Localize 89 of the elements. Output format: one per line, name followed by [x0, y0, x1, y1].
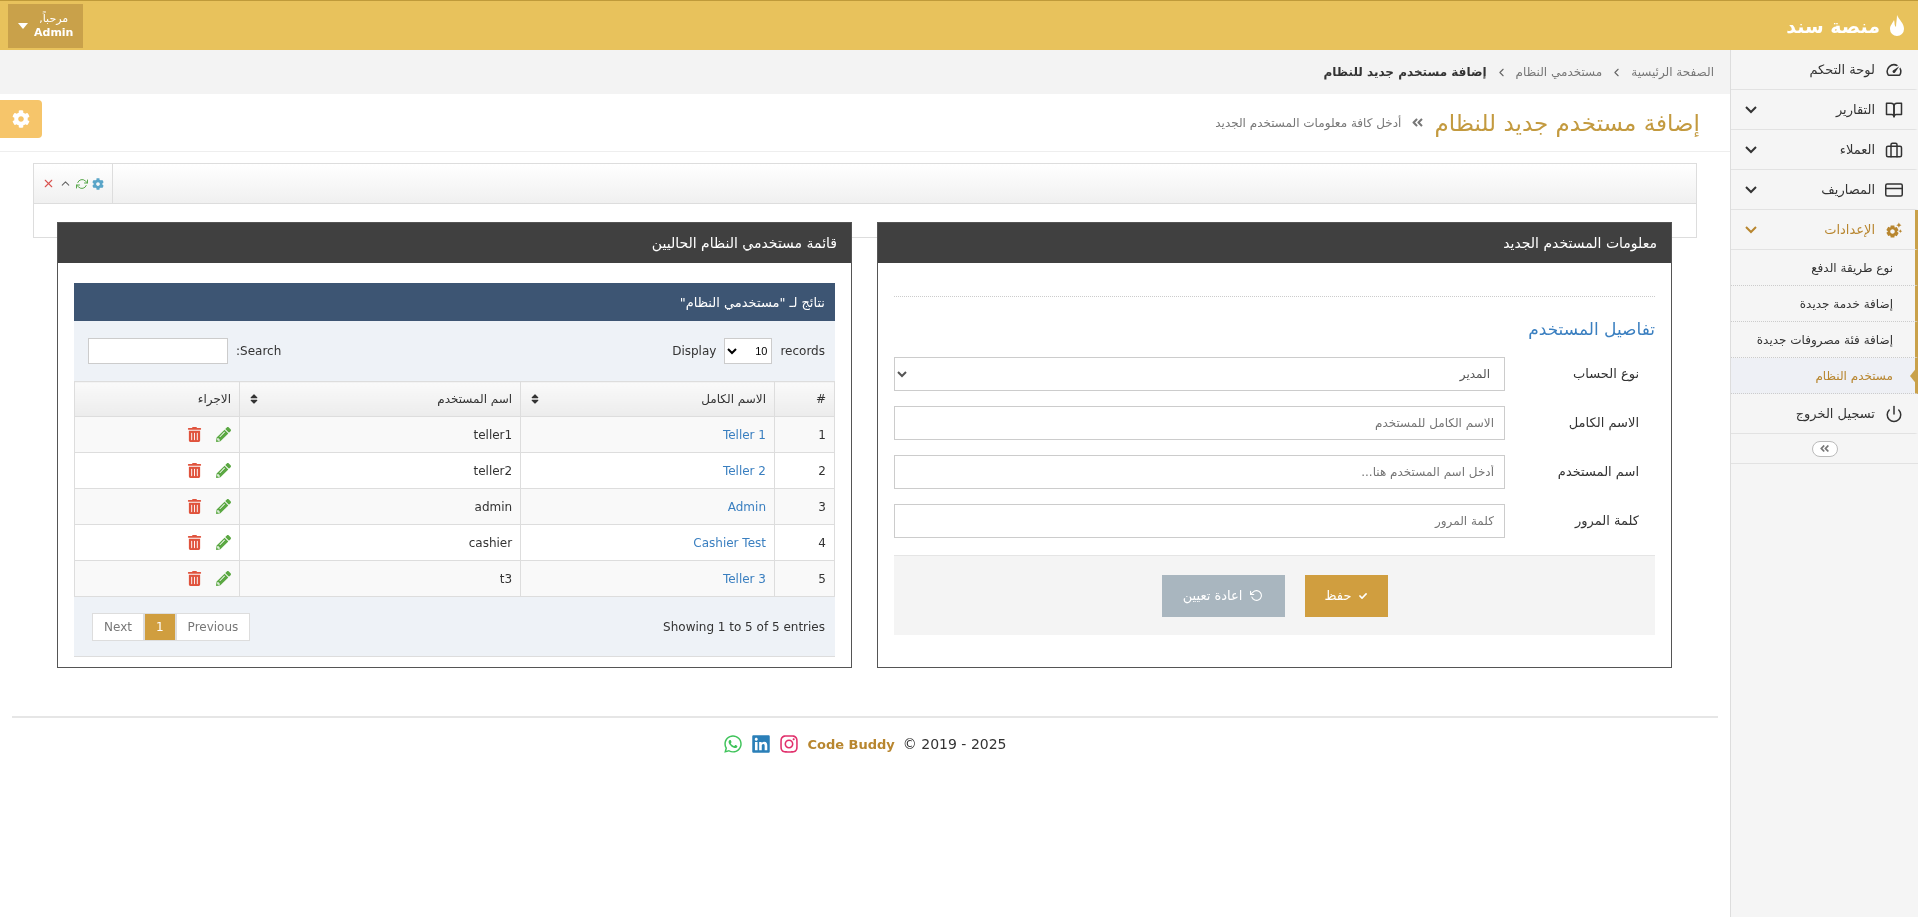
delete-icon[interactable]: [187, 499, 203, 514]
delete-icon[interactable]: [187, 571, 203, 586]
copyright-text: © 2019 - 2025: [902, 736, 1007, 752]
table-cell: 3: [774, 488, 835, 525]
flame-logo-icon: [1888, 13, 1906, 38]
save-button[interactable]: حفظ: [1304, 574, 1388, 617]
records-label: records: [780, 344, 825, 358]
user-link[interactable]: Teller 3: [722, 571, 766, 586]
user-link[interactable]: Cashier Test: [693, 535, 766, 550]
double-chevron-icon: [1819, 443, 1830, 454]
panel-header: معلومات المستخدم الجديد: [878, 223, 1671, 263]
breadcrumb-link[interactable]: الصفحة الرئيسية: [1631, 65, 1714, 79]
table-cell: 1: [774, 416, 835, 453]
field-label: كلمة المرور: [1573, 513, 1640, 528]
edit-icon[interactable]: [216, 427, 232, 442]
edit-icon[interactable]: [216, 499, 232, 514]
pagination-button[interactable]: Next: [92, 612, 144, 641]
column-header[interactable]: الاسم الكامل: [520, 381, 775, 417]
sidebar-item[interactable]: التقارير: [1731, 90, 1918, 130]
briefcase-icon: [1885, 140, 1903, 159]
field-label: اسم المستخدم: [1556, 464, 1640, 479]
table-info: Showing 1 to 5 of 5 entries: [663, 619, 825, 634]
user-link[interactable]: Admin: [727, 499, 766, 514]
undo-icon: [1250, 589, 1264, 602]
edit-icon[interactable]: [216, 463, 232, 478]
edit-icon[interactable]: [216, 571, 232, 586]
sidebar-item[interactable]: الإعدادات: [1731, 210, 1918, 250]
input-field[interactable]: الاسم الكامل للمستخدم: [894, 405, 1505, 440]
section-title: تفاصيل المستخدم: [1527, 319, 1655, 339]
double-chevron-icon: [1411, 116, 1425, 129]
footer-brand-link[interactable]: Code Buddy: [807, 736, 895, 752]
pagination-button[interactable]: 1: [143, 612, 176, 641]
table-cell: t3: [239, 560, 521, 597]
display-label: Display: [672, 344, 717, 358]
table-cell: 5: [774, 560, 835, 597]
whatsapp-icon[interactable]: [723, 734, 744, 754]
settings-icon: [12, 110, 30, 128]
edit-icon[interactable]: [216, 535, 232, 550]
table-cell: 4: [774, 524, 835, 561]
collapse-button[interactable]: [1811, 440, 1838, 457]
user-link[interactable]: Teller 2: [722, 463, 766, 478]
user-link[interactable]: Teller 1: [722, 427, 766, 442]
card-icon: [1885, 180, 1903, 199]
page-subtitle: أدخل كافة معلومات المستخدم الجديد: [1215, 115, 1402, 130]
table-cell: 2: [774, 452, 835, 489]
page-size-select[interactable]: 10: [724, 338, 773, 364]
chevron-icon: [1745, 225, 1757, 234]
gears-icon: [1885, 220, 1903, 239]
linkedin-icon[interactable]: [751, 734, 772, 754]
settings-icon[interactable]: [92, 177, 104, 190]
power-icon: [1885, 404, 1903, 423]
table-cell: teller1: [239, 416, 521, 453]
brand-name: منصة سند: [1786, 14, 1880, 37]
delete-icon[interactable]: [187, 535, 203, 550]
input-field[interactable]: كلمة المرور: [894, 503, 1505, 538]
panel-header: قائمة مستخدمي النظام الحاليين: [58, 223, 851, 263]
page-title: إضافة مستخدم جديد للنظام: [1434, 109, 1700, 136]
search-field[interactable]: [88, 338, 228, 364]
caret-icon: [18, 22, 28, 29]
chevron-icon: [1745, 105, 1757, 114]
table-cell: teller2: [239, 452, 521, 489]
account-type-select[interactable]: المدير: [894, 356, 1505, 391]
field-label: نوع الحساب: [1572, 366, 1640, 381]
instagram-icon[interactable]: [779, 734, 800, 754]
sidebar-item[interactable]: تسجيل الخروج: [1731, 394, 1918, 434]
table-cell: cashier: [239, 524, 521, 561]
sidebar-item[interactable]: المصاريف: [1731, 170, 1918, 210]
pagination-button[interactable]: Previous: [175, 612, 251, 641]
book-icon: [1885, 100, 1903, 119]
column-header[interactable]: اسم المستخدم: [239, 381, 521, 417]
table-cell: admin: [239, 488, 521, 525]
column-header: #: [774, 381, 835, 417]
breadcrumb-link[interactable]: إضافة مستخدم جديد للنظام: [1323, 65, 1487, 79]
delete-icon[interactable]: [187, 427, 203, 442]
breadcrumb-link[interactable]: مستخدمي النظام: [1515, 65, 1603, 79]
submenu-item[interactable]: إضافة خدمة جديدة: [1731, 286, 1918, 322]
close-icon[interactable]: [42, 177, 55, 190]
chevron-icon: [1745, 145, 1757, 154]
table-caption: نتائج لـ "مستخدمي النظام": [74, 283, 835, 321]
chevron-icon: [1745, 185, 1757, 194]
submenu-item[interactable]: نوع طريقة الدفع: [1731, 250, 1918, 286]
refresh-icon[interactable]: [76, 177, 88, 190]
submenu-item[interactable]: مستخدم النظام: [1731, 358, 1918, 394]
sidebar-item[interactable]: العملاء: [1731, 130, 1918, 170]
field-label: الاسم الكامل: [1567, 415, 1640, 430]
delete-icon[interactable]: [187, 463, 203, 478]
column-header: الاجراء: [74, 381, 240, 417]
sidebar-item[interactable]: لوحة التحكم: [1731, 50, 1918, 90]
search-label: Search:: [236, 344, 282, 358]
